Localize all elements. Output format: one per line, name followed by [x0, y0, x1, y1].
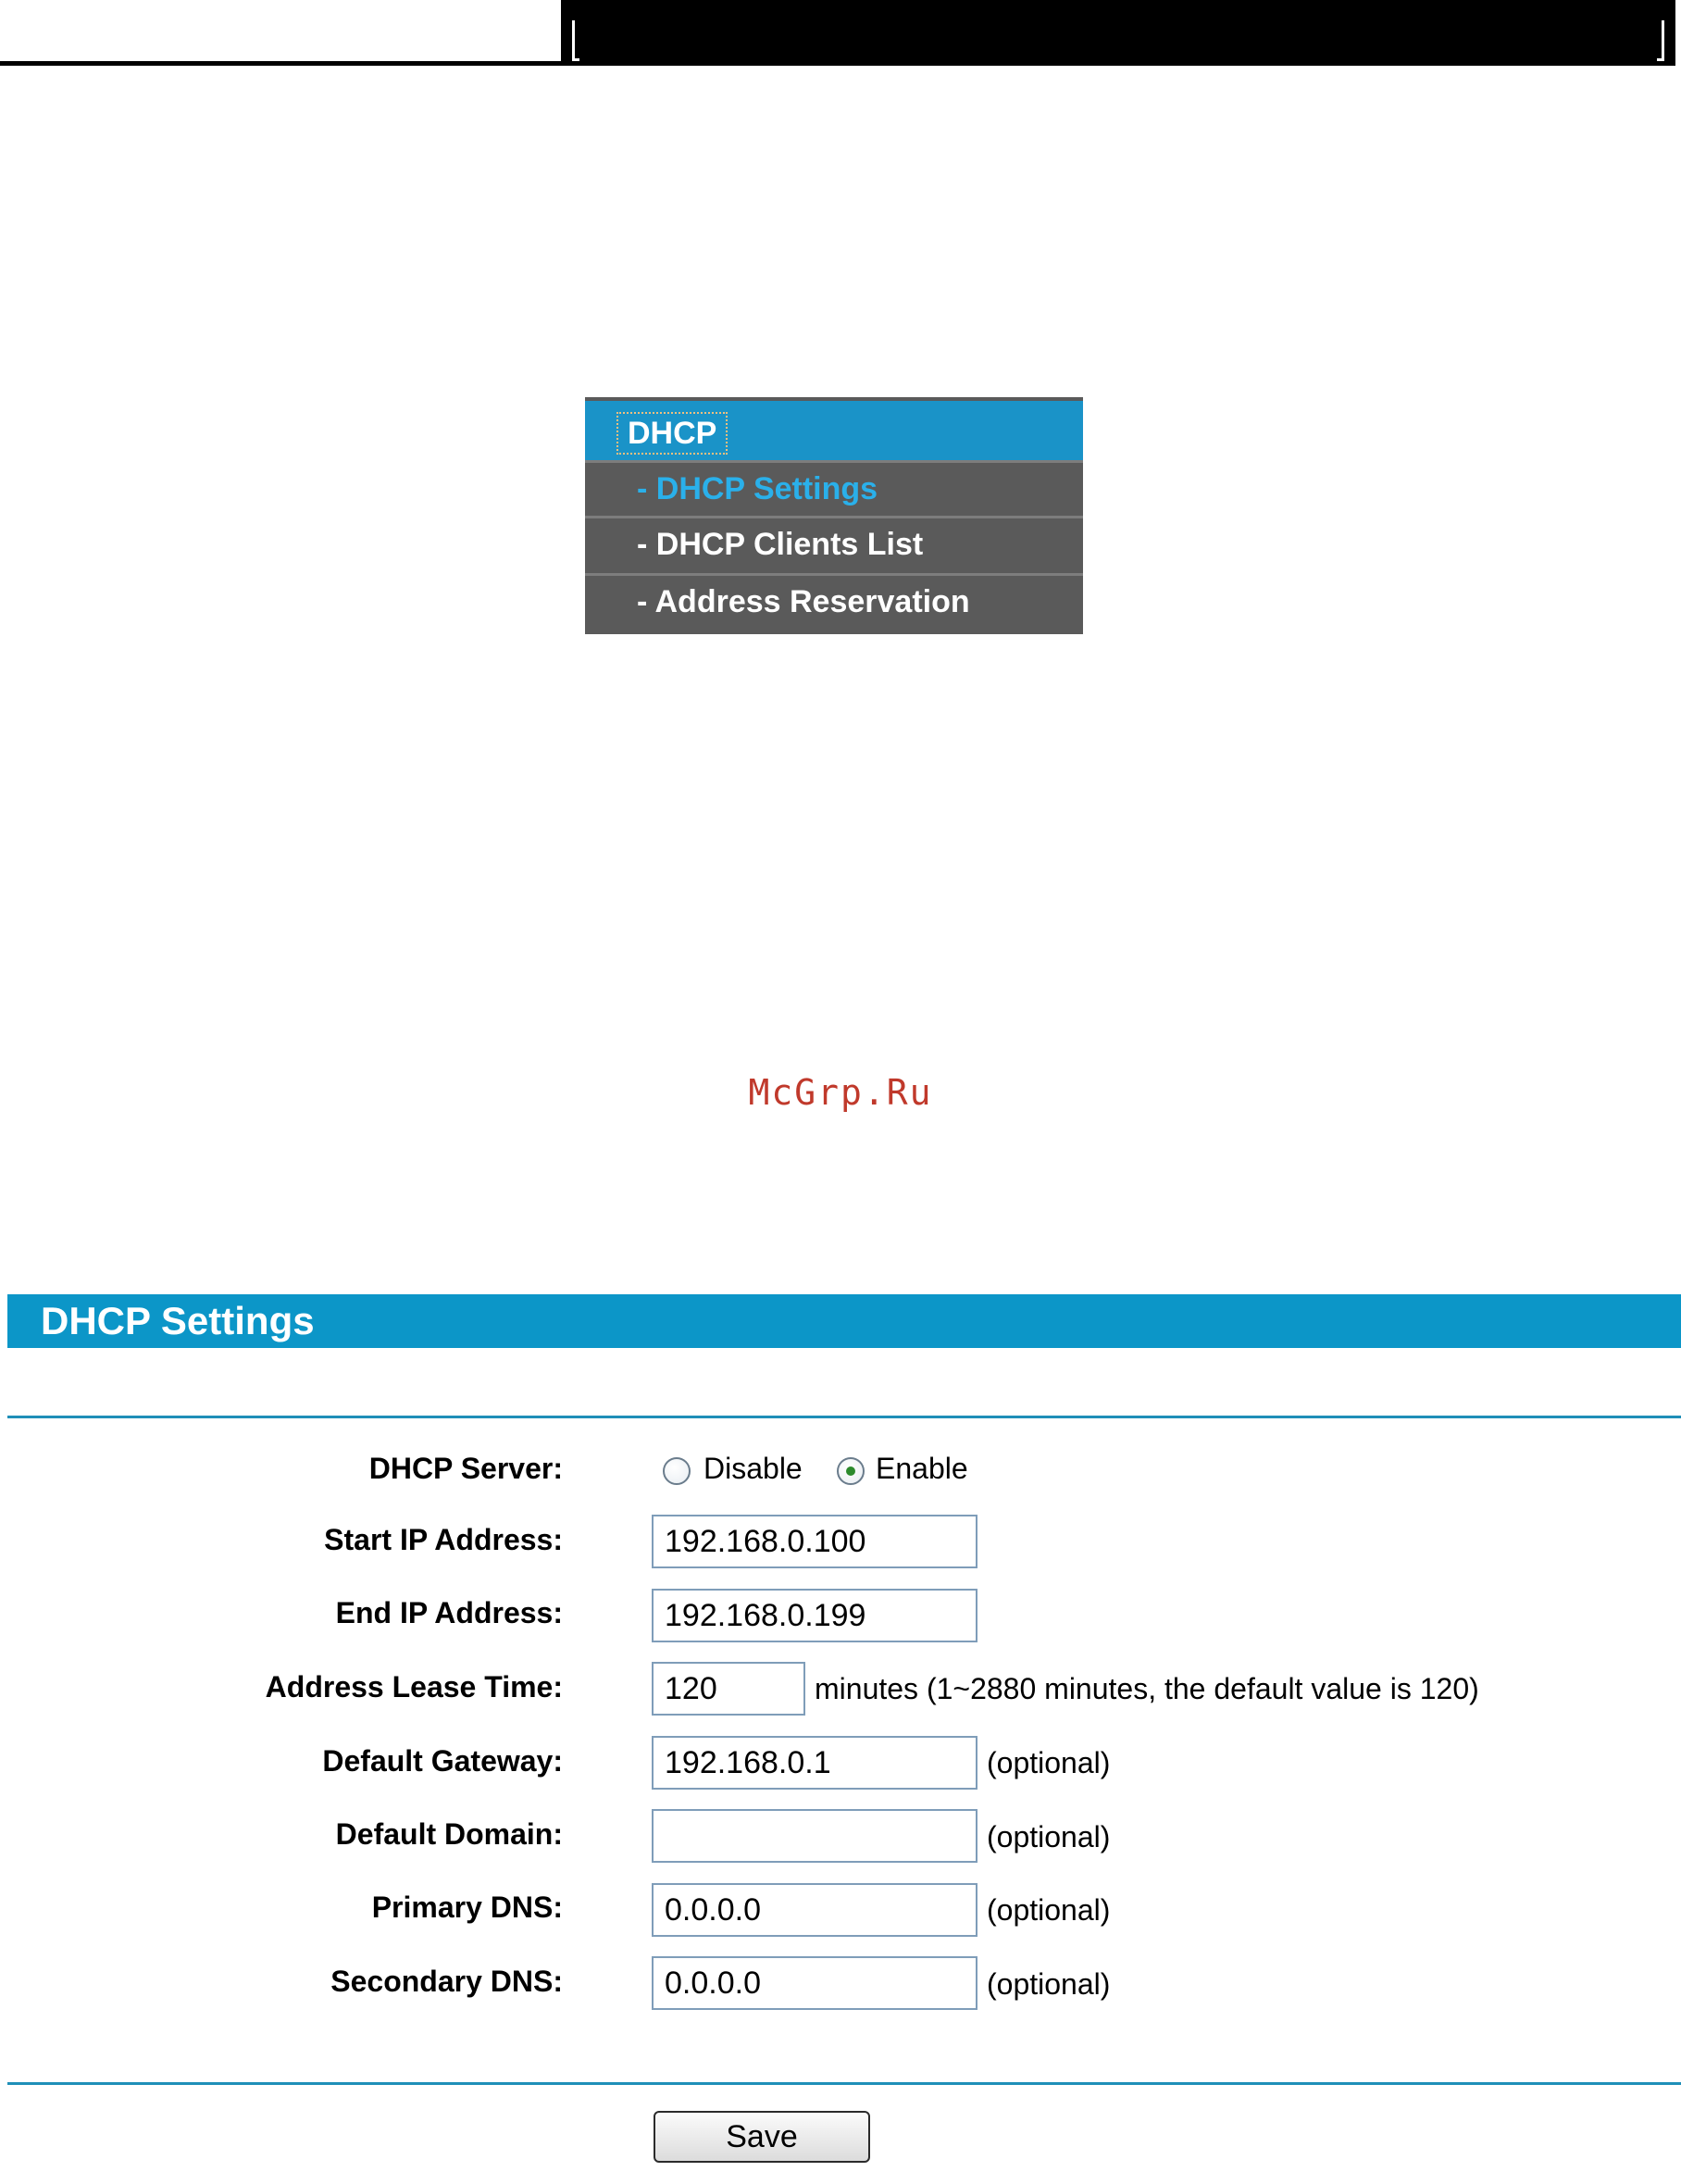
menu-item-dhcp-settings[interactable]: - DHCP Settings	[585, 460, 1083, 516]
menu-header-label: DHCP	[616, 412, 728, 455]
menu-item-dhcp-clients-list[interactable]: - DHCP Clients List	[585, 516, 1083, 571]
bottom-divider	[7, 2082, 1681, 2085]
end-ip-label: End IP Address:	[335, 1596, 563, 1629]
left-bracket-icon	[572, 20, 579, 61]
header-bar	[561, 0, 1675, 66]
secondary-dns-input[interactable]	[652, 1956, 977, 2010]
menu-item-address-reservation[interactable]: - Address Reservation	[585, 573, 1083, 629]
top-divider	[7, 1416, 1681, 1418]
start-ip-input[interactable]	[652, 1515, 977, 1568]
default-domain-label: Default Domain:	[335, 1817, 563, 1851]
primary-dns-input[interactable]	[652, 1883, 977, 1937]
default-gateway-input[interactable]	[652, 1736, 977, 1790]
start-ip-label: Start IP Address:	[324, 1523, 563, 1556]
default-gateway-label: Default Gateway:	[322, 1744, 563, 1778]
secondary-dns-hint: (optional)	[987, 1967, 1111, 2001]
lease-time-input[interactable]	[652, 1662, 805, 1716]
radio-enable-label: Enable	[876, 1452, 968, 1485]
primary-dns-hint: (optional)	[987, 1893, 1111, 1927]
dhcp-menu: DHCP - DHCP Settings - DHCP Clients List…	[585, 397, 1083, 634]
lease-time-hint: minutes (1~2880 minutes, the default val…	[815, 1672, 1479, 1705]
primary-dns-label: Primary DNS:	[371, 1891, 563, 1924]
radio-enable[interactable]	[837, 1457, 865, 1485]
end-ip-input[interactable]	[652, 1589, 977, 1642]
right-bracket-icon	[1657, 20, 1664, 61]
watermark-text: McGrp.Ru	[748, 1072, 933, 1113]
header-divider	[0, 61, 561, 66]
default-gateway-hint: (optional)	[987, 1746, 1111, 1779]
default-domain-input[interactable]	[652, 1809, 977, 1863]
radio-disable-label: Disable	[704, 1452, 803, 1485]
menu-header-dhcp[interactable]: DHCP	[585, 397, 1083, 460]
lease-time-label: Address Lease Time:	[265, 1670, 563, 1704]
page-title: DHCP Settings	[7, 1294, 1681, 1348]
dhcp-server-label: DHCP Server:	[368, 1452, 563, 1485]
secondary-dns-label: Secondary DNS:	[330, 1965, 563, 1998]
default-domain-hint: (optional)	[987, 1820, 1111, 1853]
save-button[interactable]: Save	[654, 2111, 870, 2163]
radio-disable[interactable]	[663, 1457, 691, 1485]
